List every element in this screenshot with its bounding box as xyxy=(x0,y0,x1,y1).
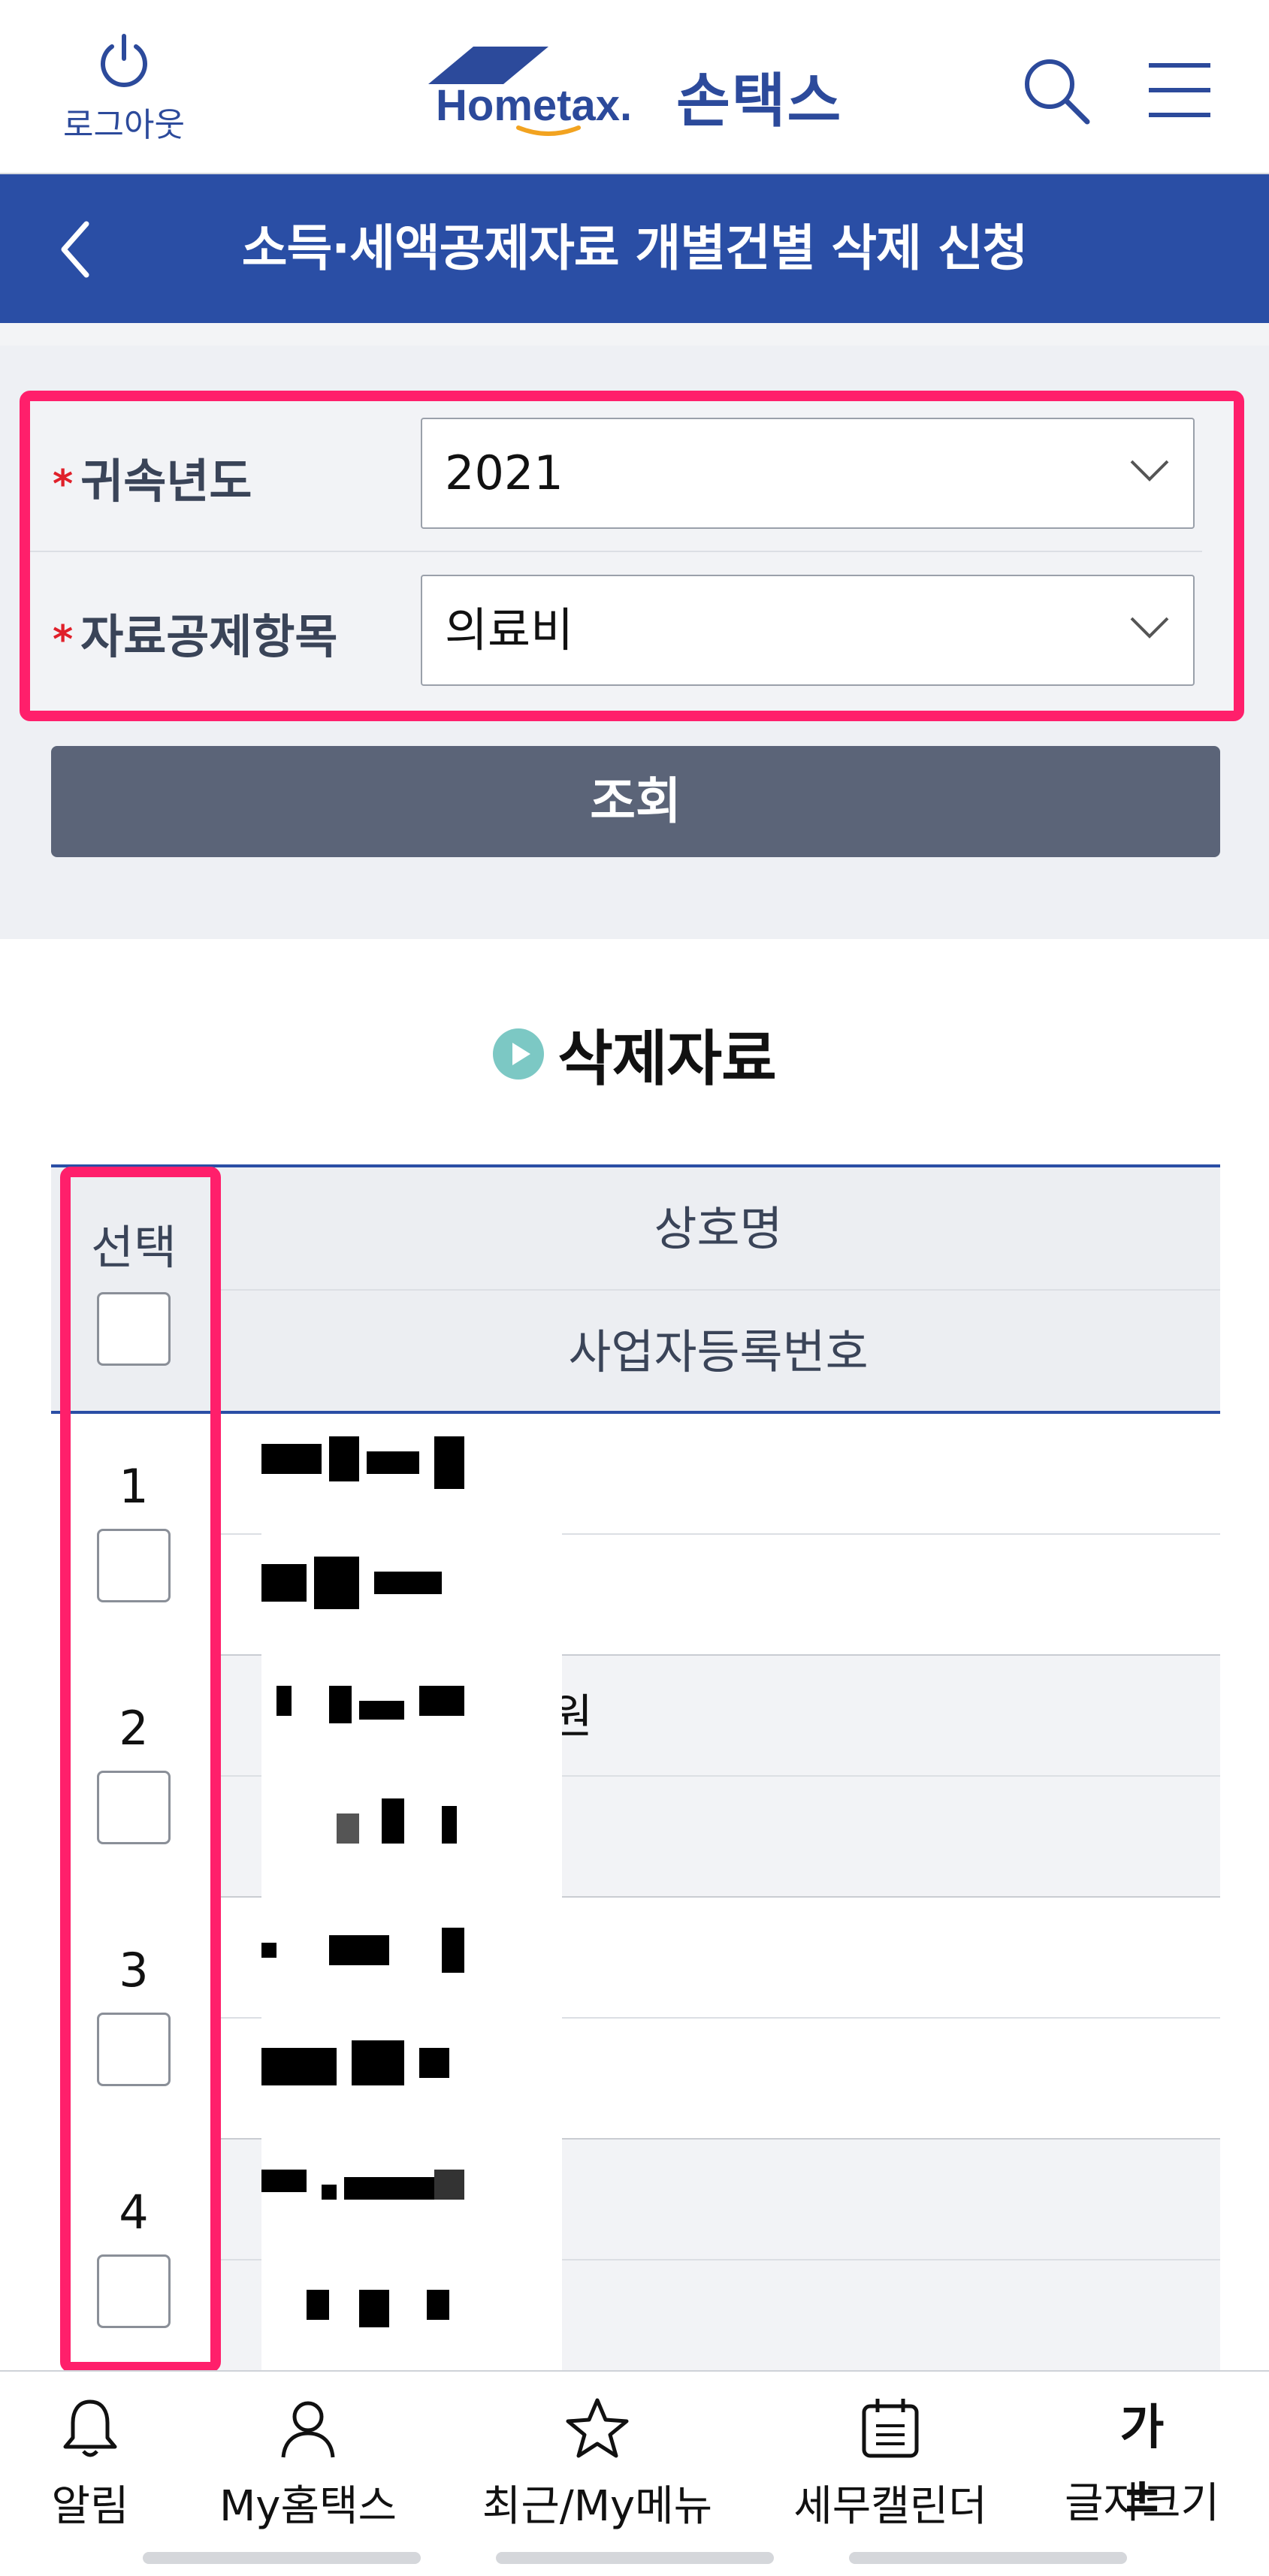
row-select-cell: 1 xyxy=(51,1414,216,1656)
top-bar: 로그아웃 Hometax. 손택스 xyxy=(0,0,1269,174)
gesture-bar xyxy=(849,2552,1127,2564)
table-header: 선택 상호명 사업자등록번호 xyxy=(51,1164,1220,1414)
page-title: 소득·세액공제자료 개별건별 삭제 신청 xyxy=(241,219,1029,277)
play-icon xyxy=(493,1028,545,1080)
person-icon xyxy=(281,2401,335,2458)
row-number: 3 xyxy=(119,1943,149,1998)
year-select-value: 2021 xyxy=(445,445,563,500)
row-checkbox[interactable] xyxy=(97,1529,171,1602)
row-checkbox[interactable] xyxy=(97,2254,171,2328)
item-row: * 자료공제항목 의료비 xyxy=(30,554,1202,696)
select-all-checkbox[interactable] xyxy=(97,1292,171,1366)
logo-en: Hometax. xyxy=(436,81,632,130)
nav-tax-calendar[interactable]: 세무캘린더 xyxy=(770,2394,1011,2531)
row-number: 2 xyxy=(119,1701,149,1756)
row-checkbox[interactable] xyxy=(97,1771,171,1844)
logout-button[interactable]: 로그아웃 xyxy=(45,30,203,144)
chevron-down-icon xyxy=(1130,617,1169,639)
nav-font-size[interactable]: 가± 글자크기 xyxy=(1022,2394,1262,2529)
nav-my-hometax[interactable]: My홈택스 xyxy=(188,2394,428,2531)
chevron-down-icon xyxy=(1130,460,1169,482)
name-column-header: 상호명 xyxy=(216,1167,1220,1291)
logo-ko: 손택스 xyxy=(676,68,843,135)
search-icon[interactable] xyxy=(1018,53,1093,128)
redacted-block xyxy=(261,2140,562,2381)
hometax-logo-mark: Hometax. xyxy=(428,47,632,136)
select-column-header: 선택 xyxy=(51,1167,216,1414)
required-mark: * xyxy=(53,618,74,663)
row-select-cell: 4 xyxy=(51,2140,216,2381)
hamburger-menu-icon[interactable] xyxy=(1146,56,1213,124)
gesture-bar xyxy=(496,2552,774,2564)
search-button[interactable]: 조회 xyxy=(51,746,1220,857)
item-select[interactable]: 의료비 xyxy=(421,575,1195,686)
calendar-icon xyxy=(862,2399,919,2458)
row-checkbox[interactable] xyxy=(97,2013,171,2086)
nav-recent-menu-label: 최근/My메뉴 xyxy=(482,2482,713,2531)
font-size-icon: 가± xyxy=(1119,2400,1165,2523)
table-row: 1 국 04 xyxy=(51,1414,1220,1656)
select-header-label: 선택 xyxy=(90,1220,177,1275)
power-icon xyxy=(101,34,147,87)
table-row: 3 원 59 xyxy=(51,1898,1220,2140)
year-label: * 귀속년도 xyxy=(53,454,252,509)
nav-alerts-label: 알림 xyxy=(51,2482,129,2531)
required-mark: * xyxy=(53,462,74,507)
bell-icon xyxy=(63,2399,117,2457)
table-row: 2 과의원 50 xyxy=(51,1656,1220,1898)
row-select-cell: 3 xyxy=(51,1898,216,2140)
star-icon xyxy=(566,2398,629,2458)
hometax-logo[interactable]: Hometax. 손택스 xyxy=(421,39,872,144)
nav-alerts[interactable]: 알림 xyxy=(0,2394,210,2531)
nav-my-hometax-label: My홈택스 xyxy=(219,2482,397,2531)
bizno-column-header: 사업자등록번호 xyxy=(568,1324,869,1379)
gesture-bar xyxy=(143,2552,421,2564)
section-title-text: 삭제자료 xyxy=(557,1024,776,1094)
redacted-block xyxy=(261,1898,562,2140)
section-title: 삭제자료 xyxy=(0,1010,1269,1094)
item-select-value: 의료비 xyxy=(445,602,574,657)
nav-tax-calendar-label: 세무캘린더 xyxy=(793,2482,987,2531)
page-title-bar: 소득·세액공제자료 개별건별 삭제 신청 xyxy=(0,174,1269,323)
nav-font-size-label: 글자크기 xyxy=(1064,2479,1220,2528)
nav-recent-menu[interactable]: 최근/My메뉴 xyxy=(477,2394,718,2531)
row-number: 4 xyxy=(119,2185,149,2239)
item-label: * 자료공제항목 xyxy=(53,609,338,664)
row-select-cell: 2 xyxy=(51,1656,216,1898)
year-row: * 귀속년도 2021 xyxy=(30,398,1202,552)
bottom-navigation: 알림 My홈택스 최근/My메뉴 세무캘린더 가± 글자크기 xyxy=(0,2370,1269,2576)
table-row: 4 68 xyxy=(51,2140,1220,2381)
redacted-block xyxy=(261,1414,562,1656)
logout-label: 로그아웃 xyxy=(63,106,185,144)
year-select[interactable]: 2021 xyxy=(421,418,1195,529)
row-number: 1 xyxy=(119,1459,149,1514)
redacted-block xyxy=(261,1656,562,1898)
